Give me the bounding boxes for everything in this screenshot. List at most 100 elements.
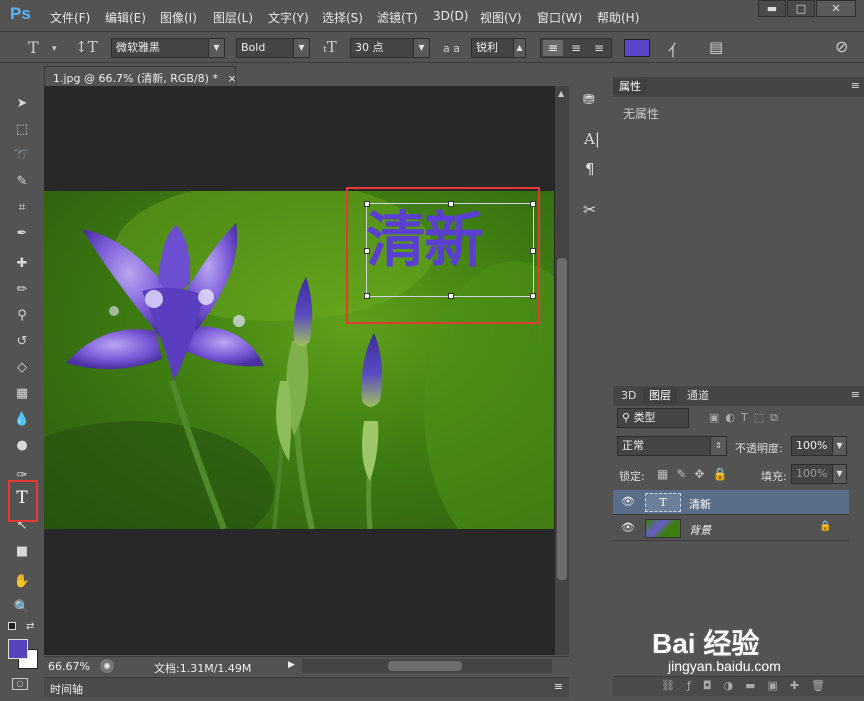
marquee-tool-icon[interactable]: ⬚ <box>12 120 32 140</box>
chevron-down-icon: ⇕ <box>710 437 726 455</box>
tab-properties[interactable]: 属性 <box>613 79 647 95</box>
document-tab-title: 1.jpg @ 66.7% (清新, RGB/8) * <box>53 72 218 85</box>
text-color-swatch[interactable] <box>624 39 650 57</box>
properties-panel: 属性 ≡ 无属性 <box>613 77 864 385</box>
font-family-select[interactable]: 微软雅黑 ▼ <box>111 38 225 58</box>
align-center-icon[interactable]: ≡ <box>566 40 586 56</box>
status-arrow-icon[interactable]: ▶ <box>288 660 295 670</box>
dodge-tool-icon[interactable]: ● <box>12 436 32 456</box>
paragraph-panel-icon[interactable]: ¶ <box>585 160 595 178</box>
tool-presets-icon[interactable]: ⛃ <box>583 92 595 108</box>
crop-tool-icon[interactable]: ⌗ <box>12 198 32 218</box>
quick-mask-icon[interactable]: ○ <box>12 678 28 690</box>
filter-icons[interactable]: ▣◐T⬚⧉ <box>709 411 784 425</box>
default-colors-icon[interactable] <box>8 622 16 630</box>
vertical-scrollbar[interactable]: ▲ <box>555 86 569 655</box>
font-size-select[interactable]: 30 点 ▼ <box>350 38 430 58</box>
character-panel-icon[interactable]: A| <box>584 130 600 148</box>
gradient-tool-icon[interactable]: ▦ <box>12 384 32 404</box>
layer-filter-value: 类型 <box>633 411 656 424</box>
character-panel-toggle-icon[interactable]: ▤ <box>709 38 723 56</box>
fill-value: 100% <box>796 467 828 480</box>
menu-image[interactable]: 图像(I) <box>160 9 197 26</box>
menu-filter[interactable]: 滤镜(T) <box>377 9 418 26</box>
antialias-icon: a a <box>443 42 460 55</box>
scroll-up-icon[interactable]: ▲ <box>558 89 564 98</box>
menu-type[interactable]: 文字(Y) <box>268 9 309 26</box>
menu-file[interactable]: 文件(F) <box>50 9 90 26</box>
vertical-scroll-thumb[interactable] <box>557 258 567 580</box>
rectangle-tool-icon[interactable]: ■ <box>12 542 32 562</box>
healing-brush-tool-icon[interactable]: ✚ <box>12 254 32 274</box>
menu-help[interactable]: 帮助(H) <box>597 9 639 26</box>
fill-field[interactable]: 100% ▼ <box>791 464 847 484</box>
layer-actions-icons[interactable]: ⛓ƒ◘◑▬▣✚🗑 <box>661 679 837 692</box>
menu-window[interactable]: 窗口(W) <box>537 9 582 26</box>
tools-panel-icon[interactable]: ✂ <box>583 200 596 219</box>
visibility-eye-icon[interactable]: 👁 <box>621 521 635 534</box>
maximize-button[interactable]: □ <box>787 0 815 17</box>
tab-channels[interactable]: 通道 <box>681 388 715 404</box>
panel-menu-icon[interactable]: ≡ <box>851 79 860 92</box>
properties-empty-text: 无属性 <box>623 107 660 121</box>
search-icon: ⚲ <box>622 411 631 424</box>
cancel-icon[interactable]: ⊘ <box>835 37 848 56</box>
tab-3d[interactable]: 3D <box>615 388 642 404</box>
zoom-level[interactable]: 66.67% <box>48 660 90 673</box>
lasso-tool-icon[interactable]: ➰ <box>12 146 32 166</box>
hand-tool-icon[interactable]: ✋ <box>12 572 32 592</box>
status-menu-icon[interactable]: ◉ <box>100 659 114 673</box>
highlight-text-layer <box>346 187 540 324</box>
image-layer-thumbnail <box>645 519 681 538</box>
menu-layer[interactable]: 图层(L) <box>213 9 253 26</box>
panel-menu-icon[interactable]: ≡ <box>554 680 563 693</box>
type-tool-icon[interactable]: T <box>28 38 39 57</box>
menu-bar: Ps 文件(F) 编辑(E) 图像(I) 图层(L) 文字(Y) 选择(S) 滤… <box>0 0 864 32</box>
blur-tool-icon[interactable]: 💧 <box>12 410 32 430</box>
chevron-down-icon: ▲ <box>513 39 525 57</box>
zoom-tool-icon[interactable]: 🔍 <box>12 598 32 618</box>
minimize-button[interactable]: ▬ <box>758 0 786 17</box>
blend-mode-select[interactable]: 正常 ⇕ <box>617 436 727 456</box>
text-orientation-icon[interactable]: ↕T <box>75 38 98 56</box>
layer-row-background[interactable]: 👁 背景 🔒 <box>613 516 849 541</box>
options-bar: T ▾ ↕T 微软雅黑 ▼ Bold ▼ ₜT 30 点 ▼ a a 锐利 ▲ … <box>0 33 864 63</box>
timeline-tab[interactable]: 时间轴 <box>50 681 83 697</box>
menu-select[interactable]: 选择(S) <box>322 9 363 26</box>
align-right-icon[interactable]: ≡ <box>589 40 609 56</box>
close-tab-icon[interactable]: × <box>227 72 236 85</box>
tool-preset-arrow-icon[interactable]: ▾ <box>52 44 57 54</box>
menu-3d[interactable]: 3D(D) <box>433 9 468 23</box>
panel-menu-icon[interactable]: ≡ <box>851 388 860 401</box>
tools-panel: ➤ ⬚ ➰ ✎ ⌗ ✒ ✚ ✏ ⚲ ↺ ◇ ▦ 💧 ● ✑ T ↖ ■ ✋ 🔍 … <box>4 88 38 696</box>
visibility-eye-icon[interactable]: 👁 <box>621 495 635 508</box>
layer-filter-select[interactable]: ⚲ 类型 <box>617 408 689 428</box>
layer-row-text[interactable]: 👁 T 清新 <box>613 490 849 515</box>
antialias-select[interactable]: 锐利 ▲ <box>471 38 526 58</box>
timeline-panel[interactable]: 时间轴 ≡ <box>44 677 569 697</box>
tab-layers[interactable]: 图层 <box>643 388 677 404</box>
layer-name[interactable]: 背景 <box>689 522 711 538</box>
font-style-select[interactable]: Bold ▼ <box>236 38 310 58</box>
menu-view[interactable]: 视图(V) <box>480 9 522 26</box>
horizontal-scrollbar[interactable] <box>302 659 552 673</box>
eyedropper-tool-icon[interactable]: ✒ <box>12 224 32 244</box>
history-brush-tool-icon[interactable]: ↺ <box>12 332 32 352</box>
layer-name[interactable]: 清新 <box>689 496 711 512</box>
align-left-icon[interactable]: ≡ <box>543 40 563 56</box>
layers-footer: ⛓ƒ◘◑▬▣✚🗑 <box>613 676 864 696</box>
foreground-color-swatch[interactable] <box>8 639 28 659</box>
opacity-field[interactable]: 100% ▼ <box>791 436 847 456</box>
horizontal-scroll-thumb[interactable] <box>388 661 462 671</box>
document-tab[interactable]: 1.jpg @ 66.7% (清新, RGB/8) * × <box>44 66 237 86</box>
clone-stamp-tool-icon[interactable]: ⚲ <box>12 306 32 326</box>
menu-edit[interactable]: 编辑(E) <box>105 9 146 26</box>
move-tool-icon[interactable]: ➤ <box>12 94 32 114</box>
swap-colors-icon[interactable]: ⇄ <box>26 621 34 632</box>
brush-tool-icon[interactable]: ✏ <box>12 280 32 300</box>
quick-selection-tool-icon[interactable]: ✎ <box>12 172 32 192</box>
lock-icons[interactable]: ▦✎✥🔒 <box>657 467 735 481</box>
close-button[interactable]: ✕ <box>816 0 856 17</box>
warp-text-icon[interactable]: ⺅ <box>668 37 684 61</box>
eraser-tool-icon[interactable]: ◇ <box>12 358 32 378</box>
